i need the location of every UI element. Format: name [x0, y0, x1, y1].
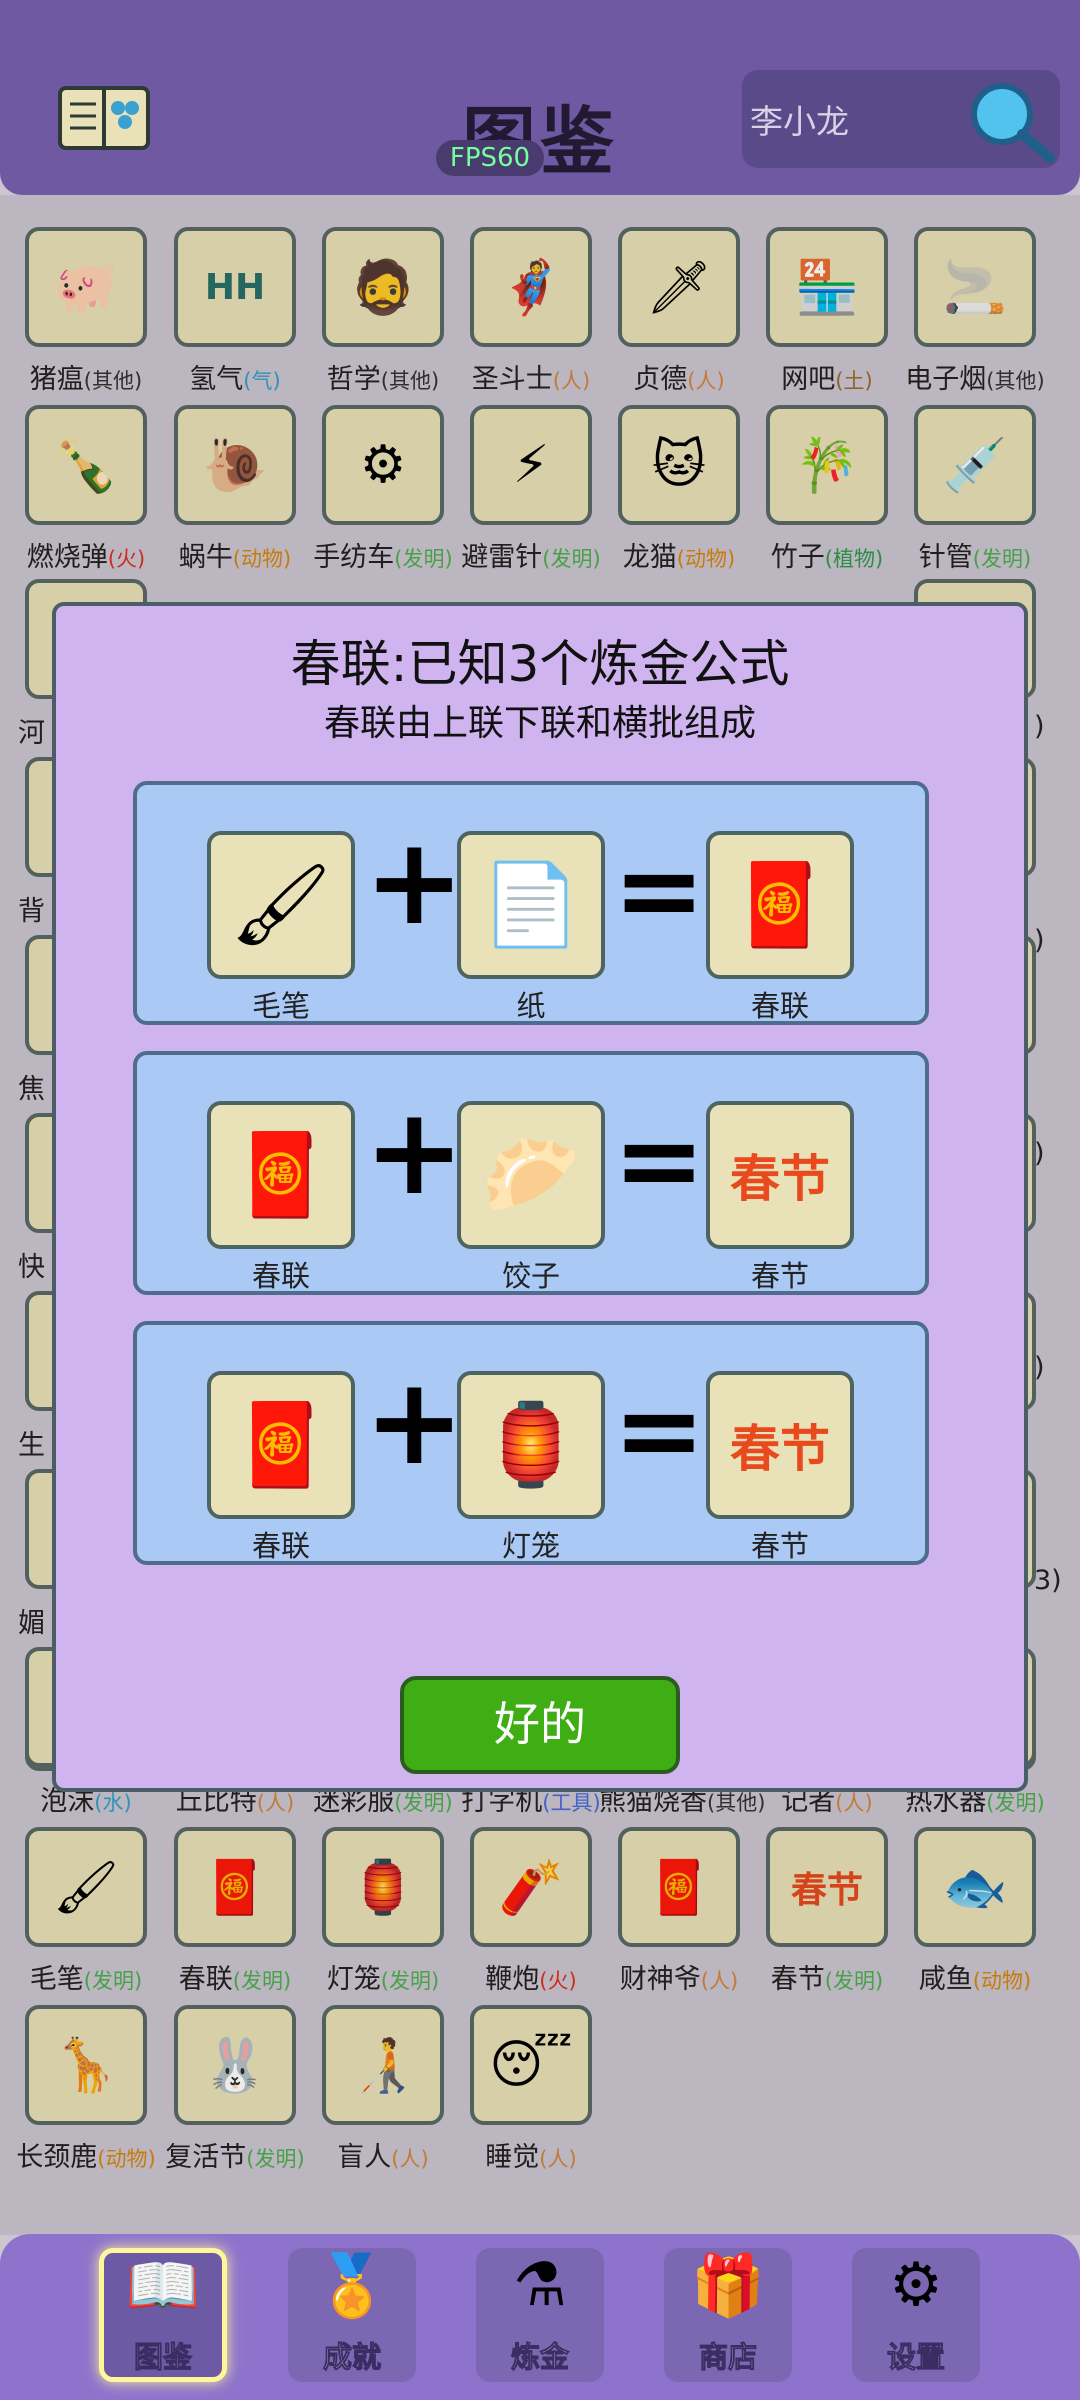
equals-sign: = [613, 826, 706, 954]
ingredient-b-icon: 📄 [481, 858, 581, 951]
result-label: 春联 [750, 989, 809, 1023]
search-icon[interactable] [962, 78, 1058, 164]
ingredient-b-slot[interactable]: 🏮 [457, 1371, 605, 1519]
nav-icon: 🏅 [314, 2251, 390, 2321]
result-slot[interactable]: 春节 [706, 1101, 854, 1249]
dialog-title: 春联:已知3个炼金公式 [290, 635, 790, 693]
ok-button[interactable]: 好的 [400, 1676, 680, 1774]
plus-sign: + [364, 1083, 465, 1222]
nav-label: 商店 [698, 2340, 757, 2375]
nav-icon: ⚙ [889, 2250, 943, 2320]
ingredient-b-slot[interactable]: 📄 [457, 831, 605, 979]
nav-label: 炼金 [510, 2340, 569, 2375]
ingredient-a-icon: 🖌 [230, 858, 332, 951]
result-icon: 春节 [730, 1150, 830, 1208]
nav-label: 图鉴 [133, 2340, 192, 2375]
plus-sign: + [364, 1353, 465, 1492]
ingredient-a-slot[interactable]: 🧧 [207, 1101, 355, 1249]
plus-sign: + [364, 813, 465, 952]
ingredient-a-slot[interactable]: 🧧 [207, 1371, 355, 1519]
fps-counter: FPS60 [436, 140, 544, 176]
result-slot[interactable]: 🧧 [706, 831, 854, 979]
nav-icon: ⚗ [513, 2250, 567, 2320]
equals-sign: = [613, 1096, 706, 1224]
ingredient-a-icon: 🧧 [231, 1398, 331, 1491]
ingredient-a-slot[interactable]: 🖌 [207, 831, 355, 979]
ingredient-a-label: 毛笔 [251, 989, 310, 1023]
ingredient-b-icon: 🏮 [481, 1398, 581, 1491]
ingredient-b-label: 灯笼 [501, 1529, 560, 1563]
nav-label: 成就 [322, 2340, 381, 2375]
nav-icon: 📖 [125, 2251, 201, 2321]
equals-sign: = [613, 1366, 706, 1494]
result-icon: 春节 [730, 1420, 830, 1478]
result-icon: 🧧 [730, 858, 830, 951]
search-input[interactable]: 李小龙 [750, 95, 849, 143]
result-label: 春节 [750, 1529, 809, 1563]
nav-label: 设置 [886, 2340, 945, 2375]
result-label: 春节 [750, 1259, 809, 1293]
ingredient-b-slot[interactable]: 🥟 [457, 1101, 605, 1249]
ingredient-b-label: 纸 [516, 989, 546, 1023]
ingredient-b-icon: 🥟 [481, 1128, 581, 1221]
nav-icon: 🎁 [690, 2251, 766, 2321]
ingredient-a-label: 春联 [251, 1529, 310, 1563]
ingredient-b-label: 饺子 [501, 1259, 560, 1293]
ingredient-a-icon: 🧧 [231, 1128, 331, 1221]
result-slot[interactable]: 春节 [706, 1371, 854, 1519]
ingredient-a-label: 春联 [251, 1259, 310, 1293]
dialog-subtitle: 春联由上联下联和横批组成 [323, 703, 756, 744]
